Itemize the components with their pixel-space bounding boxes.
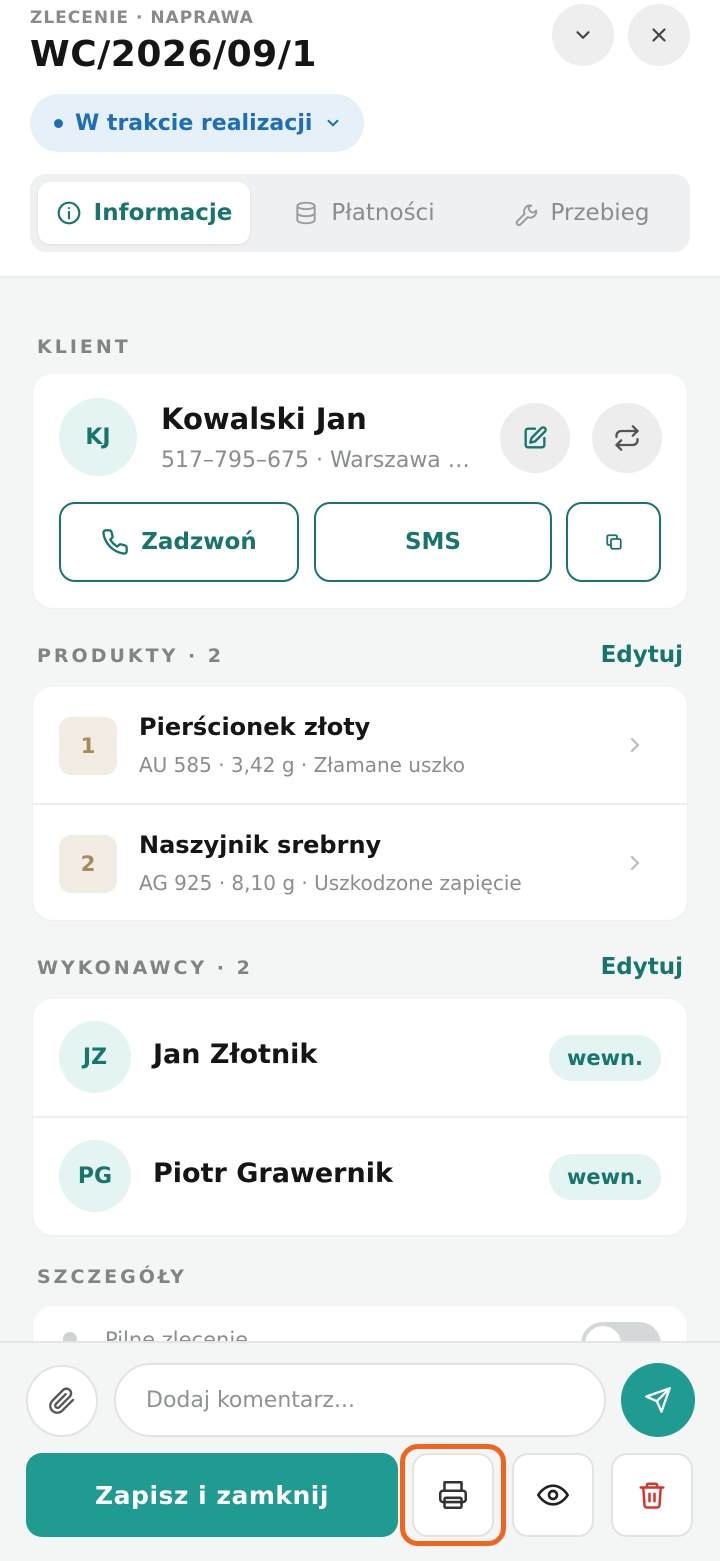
wrench-icon [515,204,537,226]
sms-label: SMS [404,529,462,555]
sms-button[interactable]: SMS [314,502,552,582]
avatar: PG [59,1140,131,1212]
call-button[interactable]: Zadzwoń [59,502,299,582]
save-and-close-button[interactable]: Zapisz i zamknij [26,1453,398,1537]
collapse-button[interactable] [552,4,614,66]
products-card: 1 Pierścionek złoty AU 585 · 3,42 g · Zł… [33,687,687,920]
client-section-label: KLIENT [37,336,131,358]
info-icon [57,201,81,225]
close-icon [652,28,666,42]
performer-type-badge: wewn. [549,1154,661,1200]
client-name: Kowalski Jan [161,402,367,436]
edit-performers-link[interactable]: Edytuj [601,954,683,980]
edit-icon [524,426,547,449]
avatar: KJ [59,398,137,476]
printer-icon [438,1480,468,1510]
header: ZLECENIE · NAPRAWA WC/2026/09/1 W trakci… [0,0,720,278]
database-icon [296,201,317,225]
preview-button[interactable] [512,1453,594,1537]
tab-label: Płatności [331,200,435,226]
status-dropdown[interactable]: W trakcie realizacji [30,94,365,152]
copy-button[interactable] [566,502,661,582]
performer-row[interactable]: JZ Jan Złotnik wewn. [33,999,687,1116]
tab-label: Przebieg [550,200,650,226]
order-number: WC/2026/09/1 [30,34,317,75]
send-icon [645,1387,671,1413]
product-row[interactable]: 2 Naszyjnik srebrny AG 925 · 8,10 g · Us… [33,803,687,919]
tab-platnosci[interactable]: Płatności [258,182,470,244]
tab-bar: Informacje Płatności Przebieg [30,174,690,252]
copy-icon [605,534,622,550]
product-details: AG 925 · 8,10 g · Uszkodzone zapięcie [139,871,522,895]
bottom-action-bar: Zapisz i zamknij [0,1341,720,1561]
delete-button[interactable] [611,1453,693,1537]
tab-label: Informacje [93,200,233,226]
paperclip-icon [49,1387,75,1414]
client-subtitle: 517–795–675 · Warszawa C... [161,448,481,473]
trash-icon [639,1482,665,1509]
change-client-button[interactable] [592,403,662,473]
client-card: KJ Kowalski Jan 517–795–675 · Warszawa C… [33,374,687,608]
details-section-label: SZCZEGÓŁY [37,1266,187,1288]
performer-name: Jan Złotnik [153,1039,318,1070]
performers-card: JZ Jan Złotnik wewn. PG Piotr Grawernik … [33,999,687,1235]
performer-row[interactable]: PG Piotr Grawernik wewn. [33,1116,687,1235]
edit-products-link[interactable]: Edytuj [601,642,683,668]
product-name: Pierścionek złoty [139,713,371,741]
chevron-right-icon [630,737,640,753]
chevron-down-icon [576,31,590,39]
chevron-right-icon [630,855,640,871]
eye-icon [537,1484,569,1506]
comment-input[interactable] [114,1363,606,1437]
print-button[interactable] [412,1453,494,1537]
call-label: Zadzwoń [141,529,257,555]
status-dot [54,118,63,128]
performer-type-badge: wewn. [549,1035,661,1081]
status-label: W trakcie realizacji [75,110,313,136]
products-section-label: PRODUKTY · 2 [37,645,225,667]
edit-client-button[interactable] [500,403,570,473]
product-index-badge: 2 [59,835,117,893]
chevron-down-icon [327,119,339,127]
phone-icon [102,529,129,555]
product-name: Naszyjnik srebrny [139,831,382,859]
attach-button[interactable] [26,1365,98,1437]
send-comment-button[interactable] [621,1363,695,1437]
performer-name: Piotr Grawernik [153,1158,393,1189]
close-button[interactable] [628,4,690,66]
tab-przebieg[interactable]: Przebieg [478,182,684,244]
product-row[interactable]: 1 Pierścionek złoty AU 585 · 3,42 g · Zł… [33,687,687,803]
tab-informacje[interactable]: Informacje [38,182,250,244]
swap-icon [615,425,639,451]
product-details: AU 585 · 3,42 g · Złamane uszko [139,753,465,777]
performers-section-label: WYKONAWCY · 2 [37,957,253,979]
avatar: JZ [59,1021,131,1093]
product-index-badge: 1 [59,717,117,775]
order-type-label: ZLECENIE · NAPRAWA [30,8,254,28]
